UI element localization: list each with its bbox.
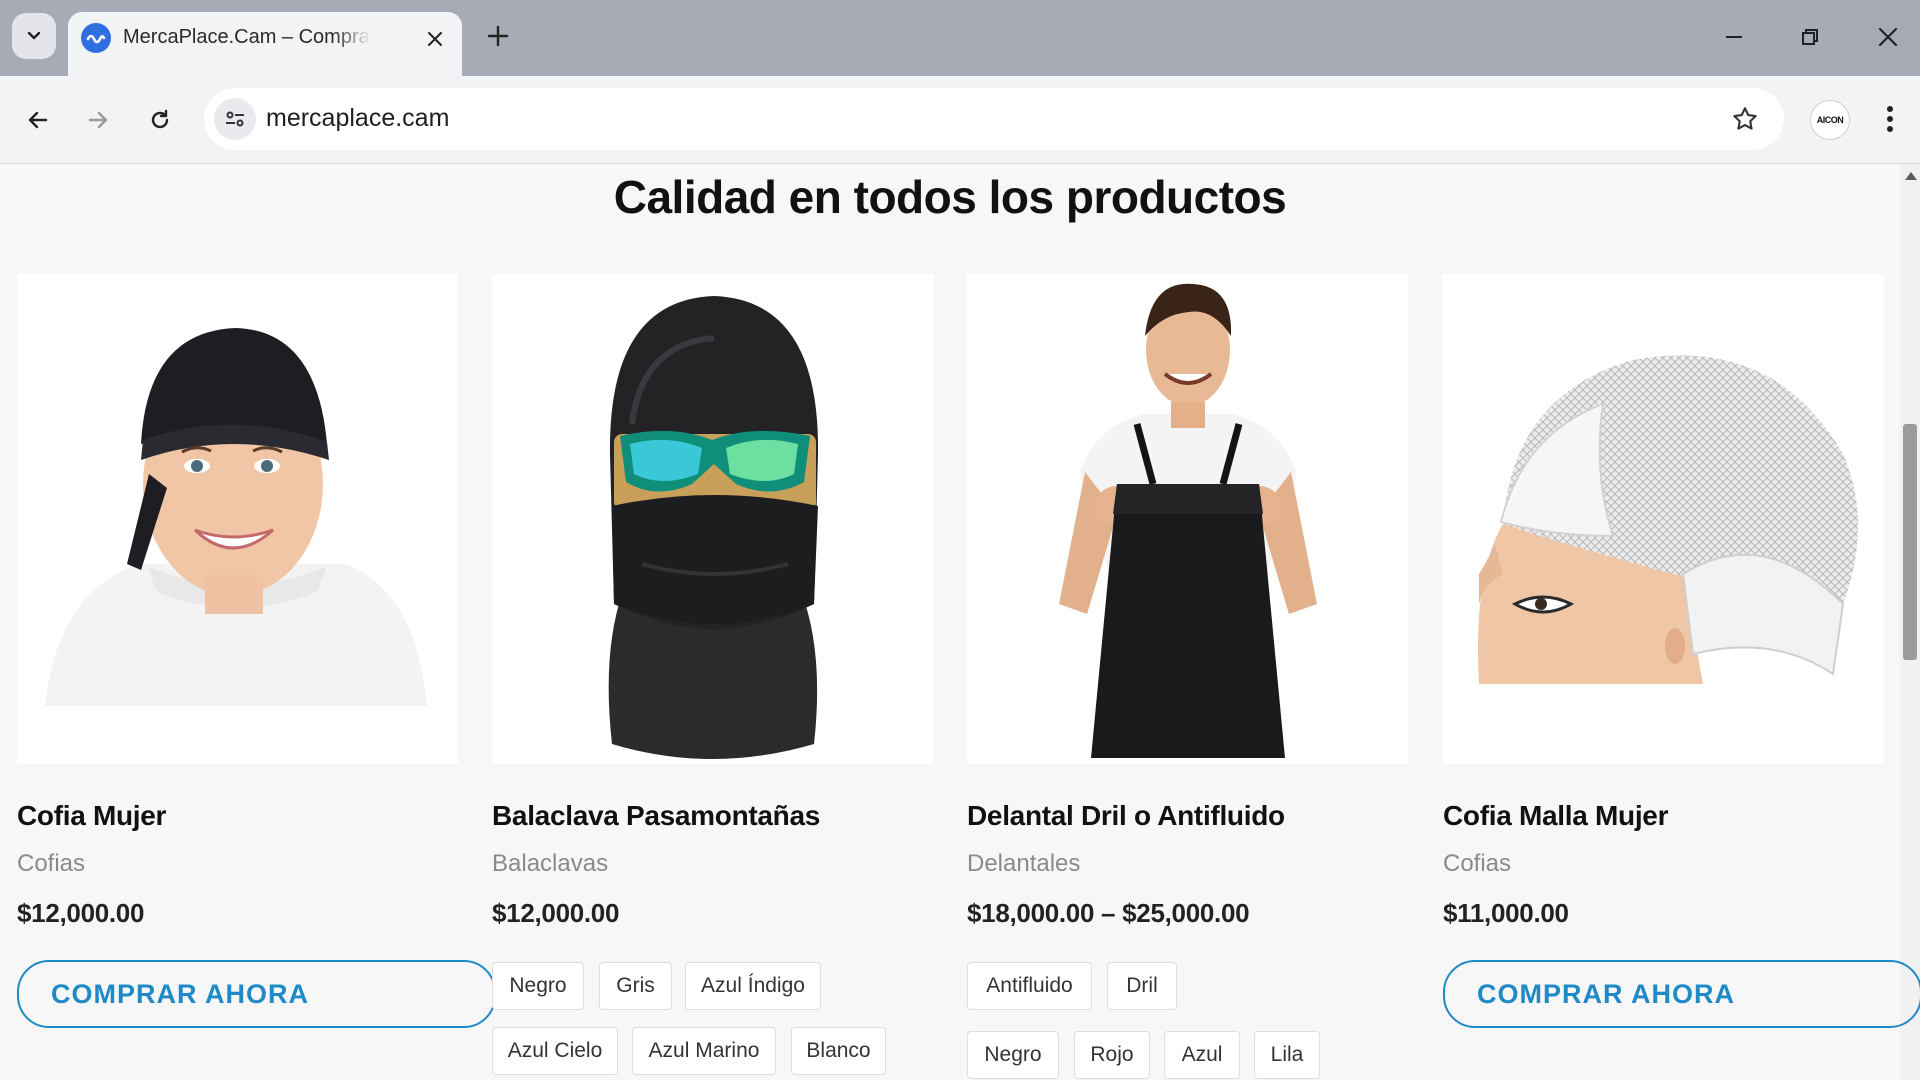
product-price: $12,000.00 xyxy=(492,898,620,928)
site-favicon-icon xyxy=(81,23,111,53)
product-image-cofia-mujer[interactable] xyxy=(17,274,458,764)
color-chip[interactable]: Negro xyxy=(967,1031,1059,1079)
product-name[interactable]: Cofia Malla Mujer xyxy=(1443,800,1668,832)
product-category[interactable]: Cofias xyxy=(1443,850,1511,878)
product-price: $18,000.00 – $25,000.00 xyxy=(967,898,1250,928)
bookmark-star-icon[interactable] xyxy=(1726,100,1764,138)
tab-strip: MercaPlace.Cam – Compra con un xyxy=(0,0,1920,76)
restore-icon[interactable] xyxy=(1790,18,1830,56)
product-category[interactable]: Cofias xyxy=(17,850,85,878)
product-name[interactable]: Delantal Dril o Antifluido xyxy=(967,800,1285,832)
scroll-up-arrow-icon[interactable] xyxy=(1905,172,1917,180)
back-arrow-icon[interactable] xyxy=(16,98,60,142)
tab-search-button[interactable] xyxy=(12,13,56,59)
browser-toolbar: mercaplace.cam xyxy=(0,76,1920,164)
color-chip[interactable]: Azul xyxy=(1164,1031,1240,1079)
variant-chip[interactable]: Gris xyxy=(599,962,672,1010)
product-name[interactable]: Balaclava Pasamontañas xyxy=(492,800,820,832)
product-image-cofia-malla[interactable] xyxy=(1443,274,1884,764)
reload-icon[interactable] xyxy=(138,98,182,142)
product-image-delantal[interactable] xyxy=(967,274,1408,764)
product-category[interactable]: Balaclavas xyxy=(492,850,608,878)
material-chip[interactable]: Antifluido xyxy=(967,962,1092,1010)
product-price: $11,000.00 xyxy=(1443,898,1569,928)
color-chip[interactable]: Lila xyxy=(1254,1031,1320,1079)
color-chip[interactable]: Rojo xyxy=(1074,1031,1150,1079)
browser-menu-icon[interactable] xyxy=(1872,98,1908,140)
address-bar[interactable]: mercaplace.cam xyxy=(204,88,1784,150)
buy-now-button[interactable]: COMPRAR AHORA xyxy=(1443,960,1920,1028)
tab-title: MercaPlace.Cam – Compra con un xyxy=(123,26,371,48)
material-chip[interactable]: Dril xyxy=(1107,962,1177,1010)
new-tab-plus-icon[interactable] xyxy=(480,18,516,54)
browser-tab-active[interactable]: MercaPlace.Cam – Compra con un xyxy=(68,12,462,76)
url-text: mercaplace.cam xyxy=(266,104,450,132)
minimize-icon[interactable] xyxy=(1714,18,1754,56)
variant-chip[interactable]: Azul Cielo xyxy=(492,1027,618,1075)
product-image-balaclava[interactable] xyxy=(492,274,933,764)
product-category[interactable]: Delantales xyxy=(967,850,1080,878)
tab-close-icon[interactable] xyxy=(420,24,450,54)
variant-chip[interactable]: Blanco xyxy=(791,1027,886,1075)
profile-avatar[interactable]: AICON xyxy=(1810,100,1850,140)
chevron-down-icon xyxy=(27,31,41,40)
section-heading: Calidad en todos los productos xyxy=(613,171,1287,223)
forward-arrow-icon[interactable] xyxy=(76,98,120,142)
buy-now-button[interactable]: COMPRAR AHORA xyxy=(17,960,496,1028)
scrollbar-thumb[interactable] xyxy=(1903,424,1917,660)
variant-chip[interactable]: Negro xyxy=(492,962,584,1010)
product-price: $12,000.00 xyxy=(17,898,145,928)
site-info-tune-icon[interactable] xyxy=(214,98,256,140)
close-window-icon[interactable] xyxy=(1868,18,1908,56)
variant-chip[interactable]: Azul Índigo xyxy=(685,962,821,1010)
product-name[interactable]: Cofia Mujer xyxy=(17,800,166,832)
variant-chip[interactable]: Azul Marino xyxy=(632,1027,776,1075)
